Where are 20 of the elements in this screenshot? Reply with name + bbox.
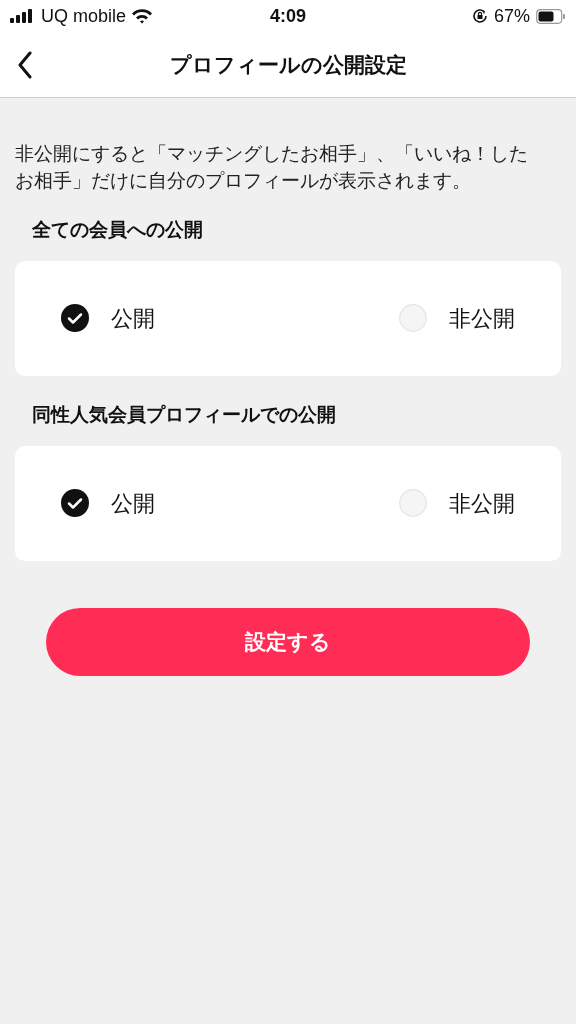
clock-time: 4:09	[269, 4, 307, 28]
carrier-name: UQ mobile	[41, 4, 127, 28]
battery-icon	[536, 8, 566, 24]
radio-option[interactable]: 公開	[61, 301, 155, 335]
submit-button[interactable]: 設定する	[46, 607, 530, 676]
rotation-lock-icon	[471, 8, 488, 24]
radio-option[interactable]: 公開	[61, 486, 155, 520]
section-heading: 全ての会員への公開	[32, 218, 204, 242]
checked-radio-icon	[61, 304, 89, 333]
description-text: 非公開にすると「マッチングしたお相手」、「いいね！したお相手」だけに自分のプロフィールが表示されます。	[15, 142, 529, 193]
unchecked-radio-icon	[399, 489, 427, 517]
wifi-icon	[131, 8, 154, 24]
radio-option[interactable]: 非公開	[399, 486, 515, 520]
section-heading: 同性人気会員プロフィールでの公開	[32, 402, 337, 427]
checked-radio-icon	[61, 489, 89, 517]
unchecked-radio-icon	[399, 304, 427, 333]
back-icon	[17, 50, 33, 79]
radio-option[interactable]: 非公開	[399, 301, 515, 335]
battery-percent: 67%	[493, 4, 530, 28]
page-title: プロフィールの公開設定	[169, 51, 407, 78]
